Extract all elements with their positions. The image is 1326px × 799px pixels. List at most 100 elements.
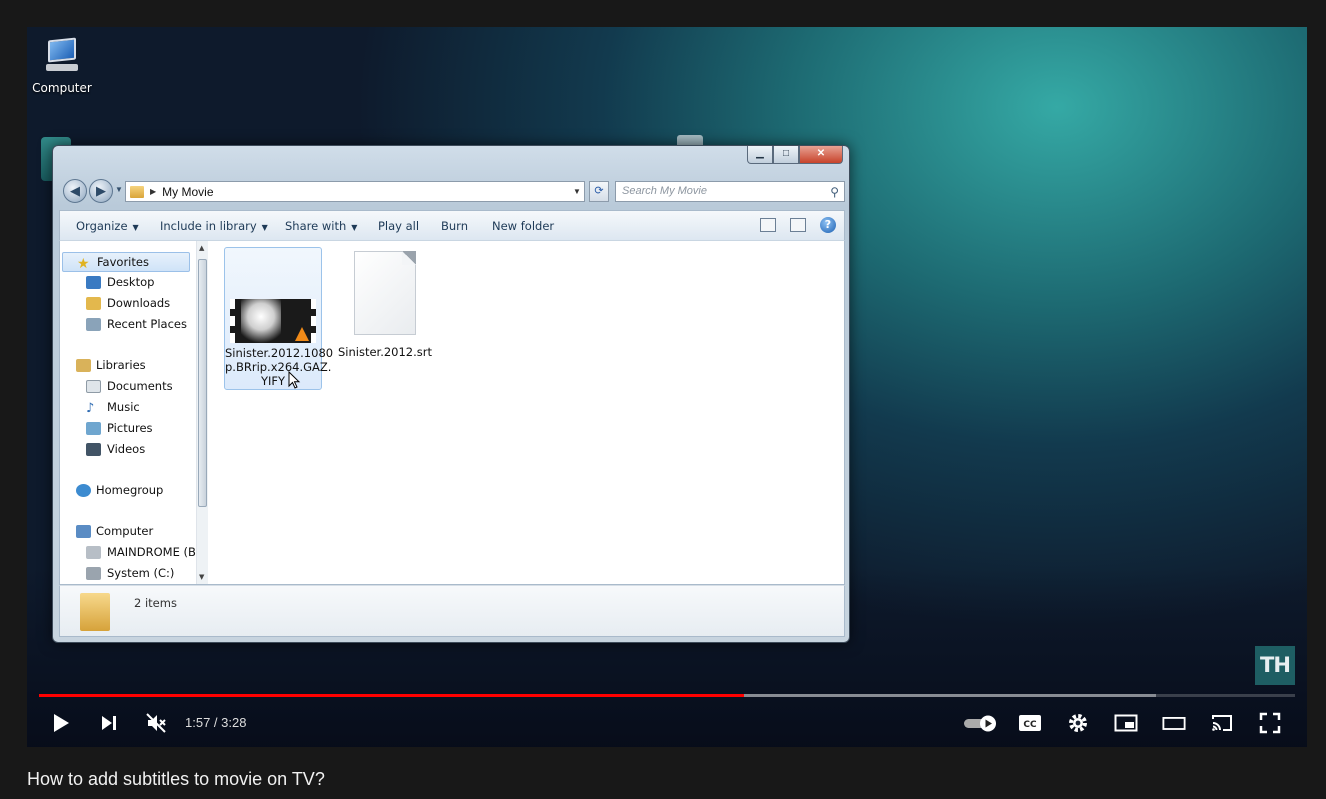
drive-icon: [86, 545, 101, 559]
autoplay-toggle[interactable]: [963, 711, 999, 735]
star-icon: ★: [77, 255, 90, 272]
desktop-computer-label: Computer: [32, 81, 92, 95]
address-dropdown-icon[interactable]: ▼: [570, 187, 584, 196]
channel-watermark[interactable]: TH: [1255, 646, 1295, 685]
new-folder-button[interactable]: New folder: [492, 219, 554, 233]
downloads-icon: [86, 296, 101, 310]
progress-played: [39, 694, 744, 697]
share-with-menu[interactable]: Share with ▼: [285, 219, 357, 233]
include-in-library-menu[interactable]: Include in library ▼: [160, 219, 268, 233]
maximize-button[interactable]: □: [773, 146, 799, 164]
video-frame[interactable]: Computer ▁ □ ✕ ◀ ▶ ▼ ▶ My Movie ▼ ⟳ Sear…: [27, 27, 1307, 747]
fullscreen-button[interactable]: [1258, 711, 1282, 735]
computer-icon: [42, 37, 82, 75]
cast-icon: [1212, 715, 1232, 731]
play-icon: [54, 714, 69, 732]
minimize-button[interactable]: ▁: [747, 146, 773, 164]
next-icon: [102, 716, 116, 730]
nav-drive-b[interactable]: MAINDROME (B:: [86, 545, 200, 559]
desktop-computer-icon[interactable]: Computer: [31, 37, 93, 95]
nav-homegroup[interactable]: Homegroup: [76, 483, 163, 497]
libraries-icon: [76, 358, 91, 372]
forward-button[interactable]: ▶: [89, 179, 113, 203]
content-pane: ★ Favorites Desktop Downloads Recent Plac…: [59, 240, 845, 585]
burn-button[interactable]: Burn: [441, 219, 468, 233]
miniplayer-icon: [1114, 714, 1138, 732]
file-item-srt[interactable]: Sinister.2012.srt: [336, 251, 434, 359]
details-pane: 2 items: [59, 585, 845, 637]
play-button[interactable]: [49, 711, 73, 735]
help-icon[interactable]: ?: [820, 217, 836, 233]
refresh-button[interactable]: ⟳: [589, 181, 609, 202]
computer-icon: [76, 524, 91, 538]
preview-pane-icon[interactable]: [790, 218, 806, 232]
chevron-down-icon: ▼: [351, 223, 358, 232]
file-name-line: Sinister.2012.srt: [337, 345, 433, 359]
nav-pictures[interactable]: Pictures: [86, 421, 153, 435]
search-input[interactable]: Search My Movie ⚲: [615, 181, 845, 202]
file-name-line: p.BRrip.x264.GAZ.: [225, 360, 332, 374]
nav-libraries[interactable]: Libraries: [76, 358, 146, 372]
mouse-cursor-icon: [288, 371, 301, 389]
mute-button[interactable]: [144, 711, 168, 735]
documents-icon: [86, 379, 101, 393]
breadcrumb-chevron-icon[interactable]: ▶: [150, 187, 156, 196]
nav-downloads[interactable]: Downloads: [86, 296, 170, 310]
next-button[interactable]: [97, 711, 121, 735]
command-bar: Organize ▼ Include in library ▼ Share with…: [59, 210, 845, 240]
nav-scrollbar[interactable]: ▲ ▼: [196, 241, 208, 584]
fullscreen-icon: [1259, 712, 1281, 734]
player-controls: 1:57 / 3:28 CC: [27, 703, 1307, 743]
chevron-down-icon: ▼: [261, 223, 268, 232]
vlc-icon: [295, 327, 309, 341]
desktop-icon: [86, 275, 101, 289]
recent-places-icon: [86, 317, 101, 331]
volume-muted-icon: [146, 713, 166, 733]
nav-favorites[interactable]: ★ Favorites: [62, 252, 190, 272]
music-icon: ♪: [86, 400, 95, 416]
video-thumbnail-icon: [230, 299, 316, 343]
pictures-icon: [86, 421, 101, 435]
subtitles-button[interactable]: CC: [1018, 711, 1042, 735]
play-all-button[interactable]: Play all: [378, 219, 419, 233]
item-count: 2 items: [134, 596, 177, 610]
recent-pages-dropdown[interactable]: ▼: [115, 185, 123, 194]
homegroup-icon: [76, 483, 91, 497]
progress-bar[interactable]: [39, 694, 1295, 697]
chevron-down-icon: ▼: [132, 223, 139, 232]
gear-icon: [1069, 714, 1087, 732]
time-display: 1:57 / 3:28: [185, 715, 247, 730]
change-view-icon[interactable]: [760, 218, 776, 232]
videos-icon: [86, 442, 101, 456]
miniplayer-button[interactable]: [1114, 711, 1138, 735]
nav-drive-c[interactable]: System (C:): [86, 566, 174, 580]
explorer-window: ▁ □ ✕ ◀ ▶ ▼ ▶ My Movie ▼ ⟳ Search My Mov…: [52, 145, 850, 643]
nav-desktop[interactable]: Desktop: [86, 275, 154, 289]
video-title: How to add subtitles to movie on TV?: [27, 769, 325, 789]
organize-menu[interactable]: Organize ▼: [76, 219, 139, 233]
address-path[interactable]: My Movie: [162, 185, 213, 199]
nav-videos[interactable]: Videos: [86, 442, 145, 456]
back-button[interactable]: ◀: [63, 179, 87, 203]
file-name-line: Sinister.2012.1080: [225, 346, 334, 360]
scroll-up-icon: ▲: [199, 244, 205, 252]
window-controls: ▁ □ ✕: [747, 146, 843, 166]
folder-icon: [130, 185, 144, 198]
theater-mode-button[interactable]: [1162, 711, 1186, 735]
scroll-thumb[interactable]: [198, 259, 207, 507]
nav-recent-places[interactable]: Recent Places: [86, 317, 187, 331]
nav-computer[interactable]: Computer: [76, 524, 153, 538]
search-icon[interactable]: ⚲: [830, 183, 839, 202]
view-controls: ?: [760, 217, 836, 233]
settings-button[interactable]: [1066, 711, 1090, 735]
system-drive-icon: [86, 566, 101, 580]
navigation-pane: ★ Favorites Desktop Downloads Recent Plac…: [60, 241, 208, 584]
folder-icon: [80, 593, 110, 631]
cast-button[interactable]: [1210, 711, 1234, 735]
file-item-video[interactable]: Sinister.2012.1080 p.BRrip.x264.GAZ. YIF…: [224, 247, 334, 390]
address-bar[interactable]: ▶ My Movie ▼: [125, 181, 585, 202]
nav-documents[interactable]: Documents: [86, 379, 173, 393]
autoplay-toggle-icon: [964, 715, 996, 732]
close-button[interactable]: ✕: [799, 146, 843, 164]
nav-music[interactable]: ♪ Music: [86, 400, 140, 416]
